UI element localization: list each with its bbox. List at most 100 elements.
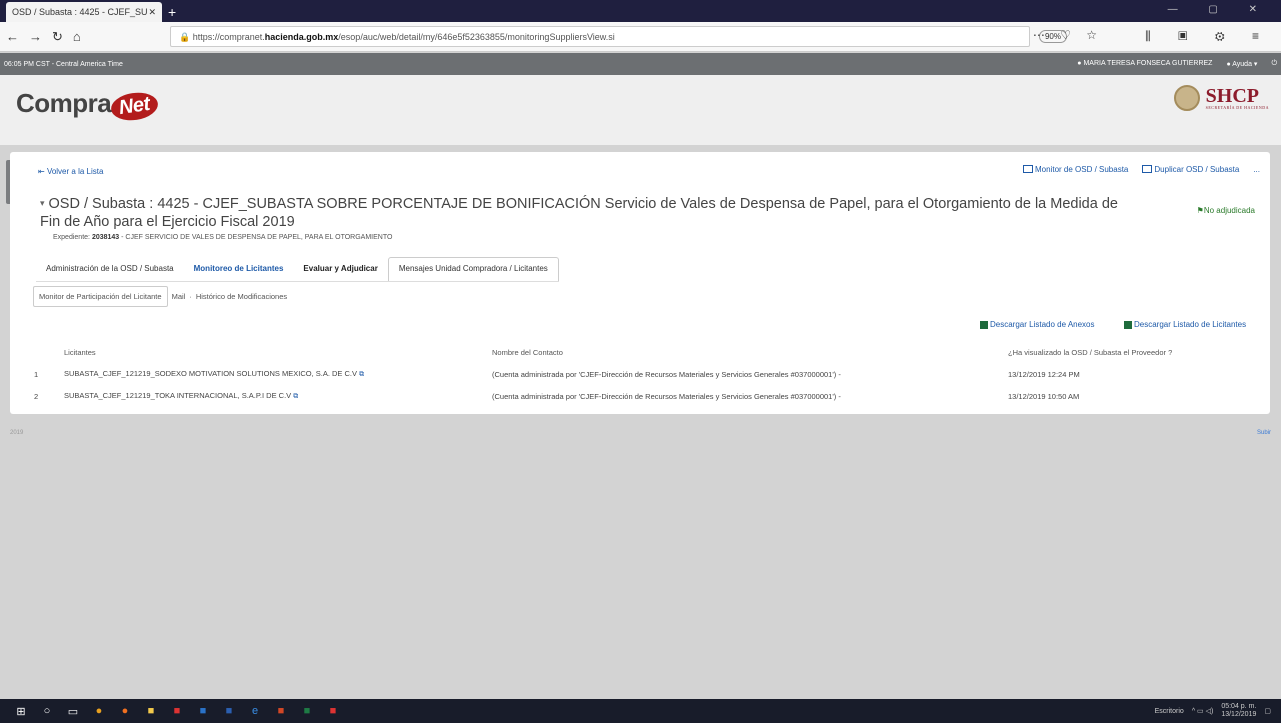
search-icon[interactable]: ○ xyxy=(34,699,60,723)
subtab-historico[interactable]: Histórico de Modificaciones xyxy=(196,292,287,301)
bidders-table: Licitantes Nombre del Contacto ¿Ha visua… xyxy=(32,344,1252,405)
site-header: Compra Net SHCP SECRETARÍA DE HACIENDA xyxy=(0,75,1281,145)
file-explorer-icon[interactable]: ■ xyxy=(138,699,164,723)
outlook-icon[interactable]: ■ xyxy=(190,699,216,723)
url-prefix: https://compranet. xyxy=(192,32,265,42)
collapse-caret-icon[interactable]: ▾ xyxy=(40,198,45,208)
tab-monitoreo[interactable]: Monitoreo de Licitantes xyxy=(184,258,294,281)
powerpoint-icon[interactable]: ■ xyxy=(268,699,294,723)
download-bidders-button[interactable]: Descargar Listado de Licitantes xyxy=(1124,320,1246,329)
monitor-label: Monitor de OSD / Subasta xyxy=(1035,165,1129,174)
help-menu[interactable]: ● Ayuda ▾ xyxy=(1226,60,1257,68)
system-tray: Escritorio ^ ▭ ◁) 05:04 p. m. 13/12/2019 … xyxy=(1155,703,1271,719)
bidder-cell[interactable]: SUBASTA_CJEF_121219_SODEXO MOTIVATION SO… xyxy=(62,361,490,383)
col-visualizado[interactable]: ¿Ha visualizado la OSD / Subasta el Prov… xyxy=(1006,344,1252,361)
expediente-line: Expediente: 2038143 - CJEF SERVICIO DE V… xyxy=(53,234,392,241)
firefox-icon[interactable]: ● xyxy=(112,699,138,723)
user-name: MARIA TERESA FONSECA GUTIERREZ xyxy=(1083,60,1213,67)
status-label: No adjudicada xyxy=(1203,206,1255,215)
page-actions-icon[interactable]: ⋯ ♡ ☆ xyxy=(1033,28,1103,42)
main-tabs: Administración de la OSD / Subasta Monit… xyxy=(36,257,559,282)
action-bar: Monitor de OSD / Subasta Duplicar OSD / … xyxy=(1023,165,1260,174)
tab-mensajes[interactable]: Mensajes Unidad Compradora / Licitantes xyxy=(387,257,559,281)
chrome-icon[interactable]: ● xyxy=(86,699,112,723)
back-label: Volver a la Lista xyxy=(46,167,104,176)
task-view-icon[interactable]: ▭ xyxy=(60,699,86,723)
reload-icon[interactable]: ↻ xyxy=(52,29,63,45)
os-taskbar: ⊞ ○ ▭ ● ● ■ ■ ■ ■ e ■ ■ ■ Escritorio ^ ▭… xyxy=(0,699,1281,723)
table-row: 1 SUBASTA_CJEF_121219_SODEXO MOTIVATION … xyxy=(32,361,1252,383)
tray-icons[interactable]: ^ ▭ ◁) xyxy=(1192,707,1214,715)
browser-toolbar: ← → ↻ ⌂ 🔒 https://compranet.hacienda.gob.mx… xyxy=(0,22,1281,52)
excel-icon xyxy=(1124,320,1132,329)
notifications-icon[interactable]: ▢ xyxy=(1264,707,1271,715)
duplicate-osd-button[interactable]: Duplicar OSD / Subasta xyxy=(1142,165,1239,174)
back-to-list-link[interactable]: ⇤ Volver a la Lista xyxy=(38,167,103,176)
shcp-subtitle: SECRETARÍA DE HACIENDA xyxy=(1205,105,1269,110)
url-bar[interactable]: 🔒 https://compranet.hacienda.gob.mx/esop… xyxy=(170,26,1030,47)
bidder-name[interactable]: SUBASTA_CJEF_121219_TOKA INTERNACIONAL, … xyxy=(64,391,291,400)
download-annexes-button[interactable]: Descargar Listado de Anexos xyxy=(980,320,1095,329)
clock-time: 05:04 p. m. xyxy=(1221,703,1257,710)
subtab-monitor-participacion[interactable]: Monitor de Participación del Licitante xyxy=(33,286,168,307)
subtab-mail[interactable]: Mail xyxy=(172,292,186,301)
col-contacto[interactable]: Nombre del Contacto xyxy=(490,344,1006,361)
clock[interactable]: 05:04 p. m. 13/12/2019 xyxy=(1221,703,1256,719)
window-controls[interactable]: — ▢ ✕ xyxy=(1168,4,1271,15)
duplicate-label: Duplicar OSD / Subasta xyxy=(1154,165,1240,174)
status-badge: ⚑No adjudicada xyxy=(1196,206,1255,215)
browser-tab-strip: OSD / Subasta : 4425 - CJEF_SU ✕ + — ▢ ✕ xyxy=(0,0,1281,22)
shcp-logo: SHCP SECRETARÍA DE HACIENDA xyxy=(1173,85,1269,111)
compranet-logo[interactable]: Compra Net xyxy=(16,88,160,124)
external-link-icon[interactable]: ⧉ xyxy=(293,393,298,400)
sub-tabs: Monitor de Participación del Licitante M… xyxy=(33,286,287,307)
excel-icon xyxy=(980,320,988,329)
toolbar-icons[interactable]: ⫼ ▣ ⚙ ≡ xyxy=(1145,29,1271,44)
bidder-cell[interactable]: SUBASTA_CJEF_121219_TOKA INTERNACIONAL, … xyxy=(62,383,490,405)
table-row: 2 SUBASTA_CJEF_121219_TOKA INTERNACIONAL… xyxy=(32,383,1252,405)
expediente-desc: - CJEF SERVICIO DE VALES DE DESPENSA DE … xyxy=(121,234,393,241)
row-index: 2 xyxy=(34,391,39,401)
bidder-name[interactable]: SUBASTA_CJEF_121219_SODEXO MOTIVATION SO… xyxy=(64,369,357,378)
external-link-icon[interactable]: ⧉ xyxy=(359,371,364,378)
server-time: 06:05 PM CST - Central America Time xyxy=(4,60,123,68)
main-panel: ⇤ Volver a la Lista Monitor de OSD / Sub… xyxy=(10,152,1270,414)
monitor-osd-button[interactable]: Monitor de OSD / Subasta xyxy=(1023,165,1128,174)
monitor-icon xyxy=(1023,165,1033,173)
expediente-label: Expediente: xyxy=(53,234,90,241)
shcp-text: SHCP xyxy=(1205,85,1259,107)
home-icon[interactable]: ⌂ xyxy=(73,29,81,45)
acrobat-icon[interactable]: ■ xyxy=(320,699,346,723)
help-label: Ayuda xyxy=(1232,61,1252,68)
forward-arrow-icon[interactable]: → xyxy=(29,29,42,45)
url-path: /esop/auc/web/detail/my/646e5f52363855/m… xyxy=(338,32,615,42)
scroll-top-link[interactable]: Subir xyxy=(1257,430,1271,436)
pdf-icon[interactable]: ■ xyxy=(164,699,190,723)
duplicate-icon xyxy=(1142,165,1153,173)
new-tab-button[interactable]: + xyxy=(168,4,176,20)
browser-tab[interactable]: OSD / Subasta : 4425 - CJEF_SU ✕ xyxy=(6,2,162,22)
download-annexes-label: Descargar Listado de Anexos xyxy=(990,320,1095,329)
separator: · xyxy=(189,292,192,301)
app-top-bar: 06:05 PM CST - Central America Time ● MA… xyxy=(0,53,1281,75)
tab-administracion[interactable]: Administración de la OSD / Subasta xyxy=(36,258,184,281)
col-licitantes[interactable]: Licitantes xyxy=(62,344,490,361)
more-actions-button[interactable]: ... xyxy=(1253,165,1260,174)
url-host: hacienda.gob.mx xyxy=(264,32,339,42)
tab-evaluar[interactable]: Evaluar y Adjudicar xyxy=(293,258,387,281)
excel-app-icon[interactable]: ■ xyxy=(294,699,320,723)
col-index xyxy=(32,344,62,361)
back-arrow-icon[interactable]: ← xyxy=(6,29,19,45)
power-icon[interactable]: ⏻ xyxy=(1271,60,1277,68)
row-index: 1 xyxy=(34,369,39,379)
word-icon[interactable]: ■ xyxy=(216,699,242,723)
close-tab-icon[interactable]: ✕ xyxy=(148,7,156,17)
user-menu[interactable]: ● MARIA TERESA FONSECA GUTIERREZ xyxy=(1077,60,1212,68)
edge-icon[interactable]: e xyxy=(242,699,268,723)
windows-start-icon[interactable]: ⊞ xyxy=(8,699,34,723)
seal-icon xyxy=(1173,85,1200,111)
desktop-label[interactable]: Escritorio xyxy=(1155,708,1184,715)
title-text: OSD / Subasta : 4425 - CJEF_SUBASTA SOBR… xyxy=(40,196,1118,230)
tab-title: OSD / Subasta : 4425 - CJEF_SU xyxy=(12,7,148,17)
page-title: ▾ OSD / Subasta : 4425 - CJEF_SUBASTA SOB… xyxy=(40,194,1140,231)
